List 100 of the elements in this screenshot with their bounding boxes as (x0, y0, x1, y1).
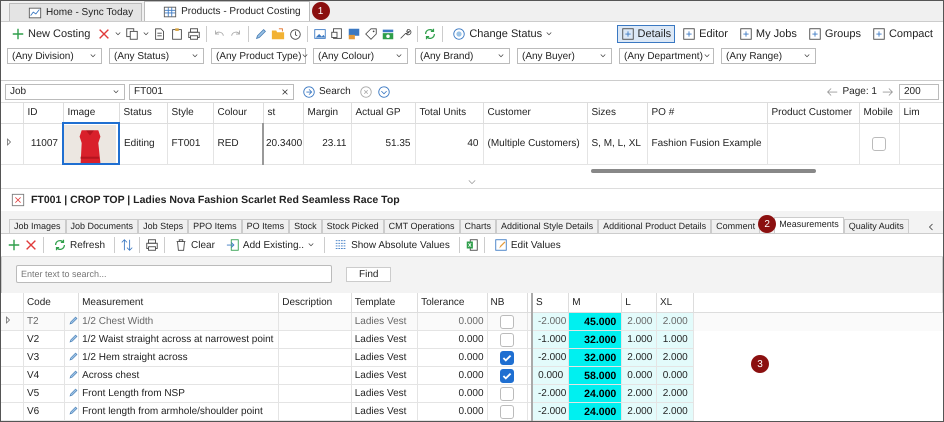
filter-dropdown[interactable]: (Any Range) (721, 48, 816, 64)
spreadsheet-icon[interactable] (464, 238, 479, 252)
detail-tab[interactable]: Stock (289, 219, 322, 233)
table-cell: 2.000 (656, 312, 694, 330)
search-button[interactable]: Search (298, 82, 355, 100)
table-cell: V5 (23, 384, 64, 402)
search-field-dropdown[interactable]: Job (5, 84, 125, 100)
column-header[interactable]: Margin (303, 102, 351, 123)
detail-tab[interactable]: PO Items (242, 219, 290, 233)
clipboard-icon[interactable] (170, 27, 184, 41)
view-button[interactable]: Editor (678, 25, 732, 43)
detail-tab[interactable]: Job Steps (138, 219, 188, 233)
column-header[interactable]: Style (167, 102, 213, 123)
view-button[interactable]: Compact (868, 25, 937, 43)
detail-tab[interactable]: Comment (711, 219, 760, 233)
detail-tab[interactable]: Charts (460, 219, 496, 233)
printer-icon[interactable] (145, 238, 160, 252)
detail-tab[interactable]: Stock Picked (322, 219, 384, 233)
pencil-icon[interactable] (68, 332, 78, 344)
column-header[interactable]: PO # (647, 102, 767, 123)
detail-tab[interactable]: PPO Items (188, 219, 242, 233)
pencil-icon[interactable] (68, 386, 78, 398)
checkbox[interactable] (500, 314, 514, 328)
add-icon[interactable] (11, 27, 25, 41)
callout-badge: 3 (751, 355, 769, 373)
show-absolute-values-button[interactable]: Show Absolute Values (330, 236, 454, 254)
pencil-icon[interactable] (68, 350, 78, 362)
table-cell: 2.000 (656, 402, 694, 420)
filter-dropdown[interactable]: (Any Brand) (415, 48, 510, 64)
import-icon (226, 238, 240, 252)
checkbox[interactable] (500, 368, 514, 382)
column-header[interactable]: ID (23, 102, 63, 123)
add-icon[interactable] (7, 238, 21, 252)
view-button[interactable]: Details (616, 25, 676, 43)
column-header[interactable]: Status (119, 102, 167, 123)
new-costing-button[interactable]: New Costing (7, 25, 94, 43)
cancel-icon[interactable] (358, 84, 373, 98)
column-header[interactable]: Colour (213, 102, 263, 123)
printer-icon[interactable] (187, 27, 202, 41)
refresh-icon[interactable] (53, 238, 67, 252)
copy-icon[interactable] (125, 27, 140, 41)
detail-tab[interactable]: Additional Product Details (598, 219, 712, 233)
checkbox[interactable] (500, 350, 514, 364)
column-header[interactable]: Actual GP (351, 102, 415, 123)
filter-dropdown[interactable]: (Any Division) (7, 48, 102, 64)
sort-icon[interactable] (120, 238, 134, 252)
delete-icon[interactable] (97, 27, 112, 41)
view-button[interactable]: My Jobs (734, 25, 801, 43)
find-button[interactable]: Find (346, 266, 392, 282)
detail-tab[interactable]: Quality Audits (844, 219, 909, 233)
refresh-button[interactable]: Refresh (49, 236, 110, 254)
image-icon[interactable] (313, 27, 328, 41)
page-size-field[interactable]: 200 (899, 84, 939, 100)
column-header[interactable]: Image (63, 102, 119, 123)
checkbox[interactable] (500, 404, 514, 418)
column-header[interactable]: Customer (483, 102, 587, 123)
document-tab[interactable]: Products - Product Costing (144, 1, 310, 21)
filter-dropdown[interactable]: (Any Status) (109, 48, 204, 64)
table-cell: 0.000 (418, 330, 488, 348)
filter-dropdown[interactable]: (Any Department) (619, 48, 714, 64)
change-status-button[interactable]: Change Status (448, 25, 558, 43)
history-icon[interactable] (288, 27, 302, 41)
close-icon[interactable] (11, 193, 25, 207)
table-cell: 11007 (23, 123, 63, 164)
detail-tab[interactable]: Job Images (9, 219, 66, 233)
detail-tab[interactable]: CMT Operations (384, 219, 460, 233)
expand-icon[interactable] (376, 84, 391, 98)
column-header[interactable]: Lim (899, 102, 943, 123)
clear-button[interactable]: Clear (170, 236, 219, 254)
column-header[interactable]: Sizes (587, 102, 647, 123)
column-header[interactable]: Mobile (859, 102, 899, 123)
table-cell: V3 (23, 348, 64, 366)
search-field[interactable]: Enter text to search... (16, 265, 332, 283)
detail-tab[interactable]: Measurements (774, 217, 844, 233)
column-header[interactable]: Product Customer (767, 102, 859, 123)
scroll-left-icon[interactable] (927, 221, 935, 233)
filter-dropdown[interactable]: (Any Colour) (313, 48, 408, 64)
pencil-icon[interactable] (68, 404, 78, 416)
filter-dropdown[interactable]: (Any Product Type) (211, 48, 306, 64)
scrollbar-thumb[interactable] (591, 169, 816, 173)
view-button[interactable]: Groups (804, 25, 865, 43)
checkbox[interactable] (500, 386, 514, 400)
document-tab[interactable]: Home - Sync Today (9, 3, 142, 21)
money-icon[interactable] (381, 27, 396, 41)
refresh-icon[interactable] (423, 27, 438, 41)
checkbox[interactable] (500, 332, 514, 346)
column-header[interactable]: Total Units (415, 102, 483, 123)
pencil-icon[interactable] (68, 368, 78, 380)
add-existing-button[interactable]: Add Existing.. (222, 236, 320, 254)
delete-icon[interactable] (24, 238, 38, 252)
checkbox[interactable] (872, 136, 886, 150)
detail-tab[interactable]: Additional Style Details (496, 219, 598, 233)
tag-icon[interactable] (364, 27, 378, 41)
pencil-icon[interactable] (254, 27, 268, 41)
column-header[interactable]: st (263, 102, 303, 123)
detail-tab[interactable]: Job Documents (66, 219, 138, 233)
page-icon[interactable] (330, 27, 344, 41)
edit-values-button[interactable]: Edit Values (490, 236, 565, 254)
filter-dropdown[interactable]: (Any Buyer) (517, 48, 612, 64)
search-input[interactable]: FT001 (129, 84, 294, 100)
